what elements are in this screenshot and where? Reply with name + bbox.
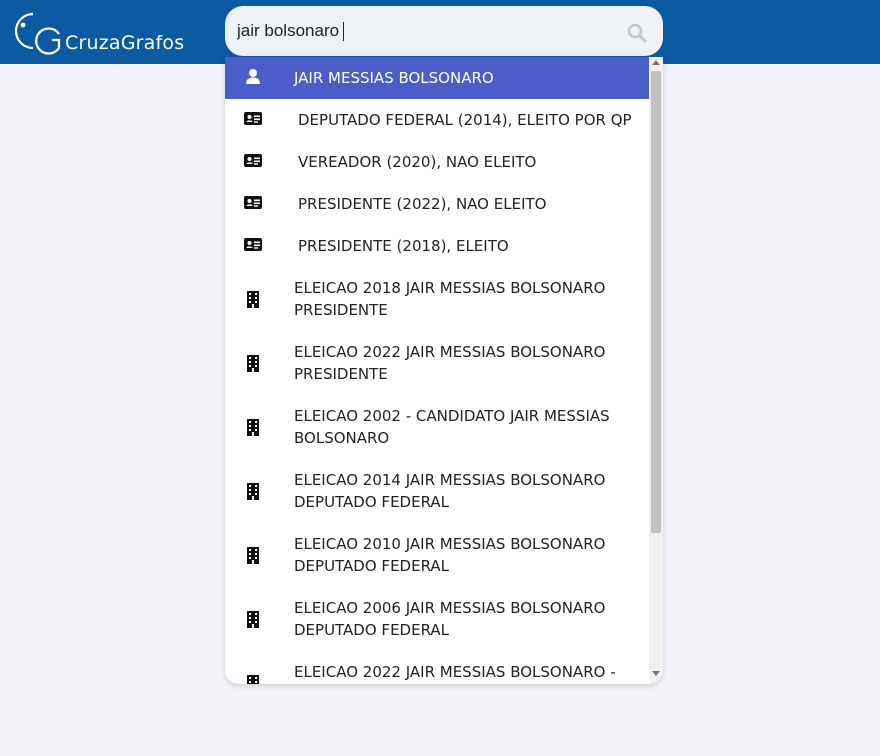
- scroll-thumb[interactable]: [651, 71, 661, 533]
- suggestion-item[interactable]: VEREADOR (2020), NAO ELEITO: [225, 141, 649, 183]
- autocomplete-dropdown[interactable]: JAIR MESSIAS BOLSONARO DEPUTADO FEDERAL (…: [225, 57, 663, 684]
- suggestion-label: PRESIDENTE (2018), ELEITO: [298, 237, 509, 255]
- search-icon[interactable]: [627, 23, 647, 43]
- building-icon: [243, 289, 263, 309]
- suggestion-item[interactable]: PRESIDENTE (2018), ELEITO: [225, 225, 649, 267]
- id-card-icon: [243, 151, 263, 171]
- suggestion-item[interactable]: ELEICAO 2022 JAIR MESSIAS BOLSONARO PRES…: [225, 331, 649, 395]
- id-card-icon: [243, 109, 263, 129]
- building-icon: [243, 481, 263, 501]
- suggestion-item[interactable]: ELEICAO 2014 JAIR MESSIAS BOLSONARO DEPU…: [225, 459, 649, 523]
- search-input[interactable]: [237, 18, 617, 44]
- building-icon: [243, 545, 263, 565]
- suggestion-item[interactable]: ELEICAO 2022 JAIR MESSIAS BOLSONARO -: [225, 651, 649, 684]
- suggestion-label: PRESIDENTE (2022), NAO ELEITO: [298, 195, 547, 213]
- scrollbar[interactable]: [649, 57, 663, 684]
- suggestion-item[interactable]: ELEICAO 2006 JAIR MESSIAS BOLSONARO DEPU…: [225, 587, 649, 651]
- suggestion-label: ELEICAO 2002 - CANDIDATO JAIR MESSIAS BO…: [294, 407, 610, 447]
- text-caret: [343, 22, 344, 41]
- brand-name: CruzaGrafos: [65, 32, 185, 54]
- logo[interactable]: CruzaGrafos: [3, 8, 203, 56]
- logo-mark-icon: [14, 12, 61, 55]
- suggestion-label: ELEICAO 2018 JAIR MESSIAS BOLSONARO PRES…: [294, 279, 606, 319]
- suggestion-item[interactable]: DEPUTADO FEDERAL (2014), ELEITO POR QP: [225, 99, 649, 141]
- scroll-down-arrow-icon[interactable]: [652, 671, 660, 676]
- suggestion-item[interactable]: ELEICAO 2010 JAIR MESSIAS BOLSONARO DEPU…: [225, 523, 649, 587]
- building-icon: [243, 353, 263, 373]
- building-icon: [243, 417, 263, 437]
- id-card-icon: [243, 235, 263, 255]
- id-card-icon: [243, 193, 263, 213]
- suggestion-label: ELEICAO 2010 JAIR MESSIAS BOLSONARO DEPU…: [294, 535, 606, 575]
- suggestion-label: ELEICAO 2014 JAIR MESSIAS BOLSONARO DEPU…: [294, 471, 606, 511]
- suggestion-label: VEREADOR (2020), NAO ELEITO: [298, 153, 537, 171]
- suggestion-list: JAIR MESSIAS BOLSONARO DEPUTADO FEDERAL (…: [225, 57, 649, 684]
- suggestion-item[interactable]: ELEICAO 2002 - CANDIDATO JAIR MESSIAS BO…: [225, 395, 649, 459]
- suggestion-item[interactable]: PRESIDENTE (2022), NAO ELEITO: [225, 183, 649, 225]
- scroll-up-arrow-icon[interactable]: [652, 60, 660, 65]
- building-icon: [243, 673, 263, 684]
- suggestion-label: ELEICAO 2006 JAIR MESSIAS BOLSONARO DEPU…: [294, 599, 606, 639]
- suggestion-label: DEPUTADO FEDERAL (2014), ELEITO POR QP: [298, 111, 632, 129]
- suggestion-item[interactable]: JAIR MESSIAS BOLSONARO: [225, 57, 649, 99]
- building-icon: [243, 609, 263, 629]
- search-box[interactable]: [225, 6, 663, 56]
- suggestion-label: JAIR MESSIAS BOLSONARO: [294, 69, 494, 87]
- top-bar: CruzaGrafos: [0, 0, 880, 64]
- suggestion-label: ELEICAO 2022 JAIR MESSIAS BOLSONARO PRES…: [294, 343, 606, 383]
- user-icon: [243, 67, 263, 87]
- suggestion-item[interactable]: ELEICAO 2018 JAIR MESSIAS BOLSONARO PRES…: [225, 267, 649, 331]
- suggestion-label: ELEICAO 2022 JAIR MESSIAS BOLSONARO -: [294, 663, 616, 681]
